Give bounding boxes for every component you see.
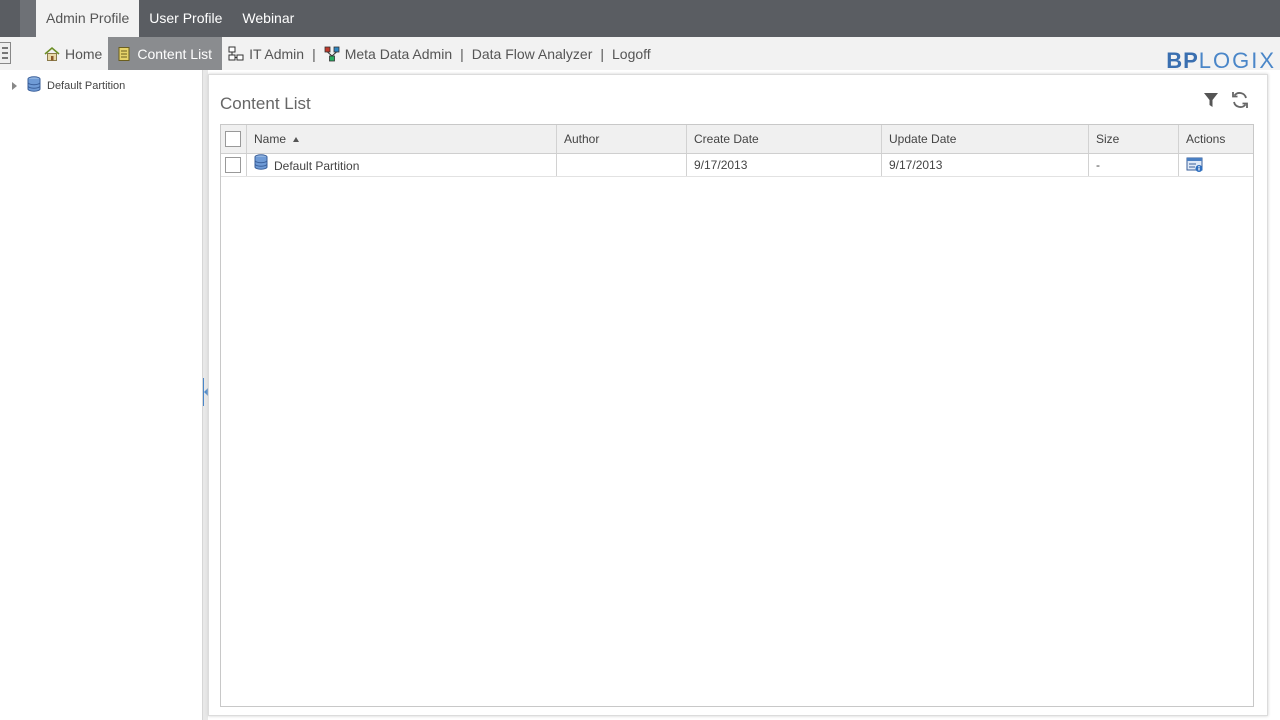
nav-item-logoff[interactable]: Logoff — [606, 37, 657, 70]
row-select-cell — [221, 154, 247, 176]
table-header: Name Author Create Date Update Date Size… — [221, 125, 1253, 154]
table-row[interactable]: Default Partition 9/17/2013 9/17/2013 - — [221, 154, 1253, 177]
row-checkbox[interactable] — [225, 157, 241, 173]
content-list-icon — [116, 46, 132, 62]
sort-ascending-icon — [293, 137, 300, 143]
filter-icon[interactable] — [1203, 91, 1219, 109]
size-cell: - — [1089, 154, 1179, 176]
refresh-icon[interactable] — [1230, 90, 1250, 110]
select-all-checkbox[interactable] — [225, 131, 241, 147]
bp-logix-logo: BPLOGIX — [1166, 48, 1276, 74]
nav-separator: | — [312, 45, 316, 62]
column-header-actions: Actions — [1186, 132, 1226, 146]
database-icon — [254, 154, 268, 178]
menu-lines-icon — [2, 47, 8, 59]
nav-separator: | — [460, 45, 464, 62]
menu-handle[interactable] — [0, 42, 11, 64]
nav-item-label: IT Admin — [249, 45, 305, 62]
tree-node-default-partition[interactable]: Default Partition — [12, 76, 125, 95]
meta-data-icon — [324, 46, 340, 62]
content-panel: Content List Name Author Create Date Upd… — [208, 74, 1268, 716]
nav-item-label: Logoff — [612, 45, 651, 62]
nav-item-it-admin[interactable]: IT Admin — [222, 37, 310, 70]
partition-tree: Default Partition — [0, 70, 203, 720]
database-icon — [27, 76, 41, 95]
logo-part1: BP — [1166, 48, 1199, 73]
tree-node-label: Default Partition — [47, 79, 126, 92]
tab-webinar[interactable]: Webinar — [232, 0, 304, 37]
profile-bar: Admin Profile User Profile Webinar — [0, 0, 1280, 50]
column-header-label: Name — [254, 132, 287, 146]
content-table: Name Author Create Date Update Date Size… — [220, 124, 1254, 707]
tab-admin-profile[interactable]: Admin Profile — [36, 0, 140, 37]
tab-user-profile[interactable]: User Profile — [139, 0, 232, 37]
actions-cell — [1179, 154, 1253, 176]
nav-item-home[interactable]: Home — [38, 37, 108, 70]
nav-item-data-flow-analyzer[interactable]: Data Flow Analyzer — [466, 37, 599, 70]
logo-part2: LOGIX — [1198, 48, 1276, 73]
nav-items: Home Content List IT Admin | Meta Data A… — [38, 37, 657, 70]
create-date-cell: 9/17/2013 — [687, 154, 882, 176]
select-all-cell — [221, 125, 247, 153]
home-icon — [44, 46, 60, 62]
author-cell — [557, 154, 687, 176]
column-header-name[interactable]: Name — [247, 125, 557, 153]
profile-tabs: Admin Profile User Profile Webinar — [36, 0, 304, 37]
nav-item-label: Home — [65, 45, 103, 62]
nav-item-content-list[interactable]: Content List — [108, 37, 223, 70]
update-date-cell: 9/17/2013 — [882, 154, 1089, 176]
name-cell: Default Partition — [247, 154, 557, 176]
page-title: Content List — [220, 94, 311, 113]
column-header-author[interactable]: Author — [557, 125, 687, 153]
nav-separator: | — [600, 45, 604, 62]
nav-item-label: Content List — [137, 45, 213, 62]
nav-item-label: Data Flow Analyzer — [471, 45, 593, 62]
column-header-create-date[interactable]: Create Date — [687, 125, 882, 153]
nav-bar: Home Content List IT Admin | Meta Data A… — [0, 37, 1280, 70]
nav-item-meta-data-admin[interactable]: Meta Data Admin — [318, 37, 458, 70]
properties-icon[interactable] — [1186, 157, 1204, 181]
expand-arrow-icon[interactable] — [12, 81, 17, 90]
column-header-size[interactable]: Size — [1089, 125, 1179, 153]
row-name-link[interactable]: Default Partition — [274, 155, 359, 178]
column-header-update-date[interactable]: Update Date — [882, 125, 1089, 153]
nav-item-label: Meta Data Admin — [344, 45, 453, 62]
it-admin-icon — [228, 46, 244, 62]
